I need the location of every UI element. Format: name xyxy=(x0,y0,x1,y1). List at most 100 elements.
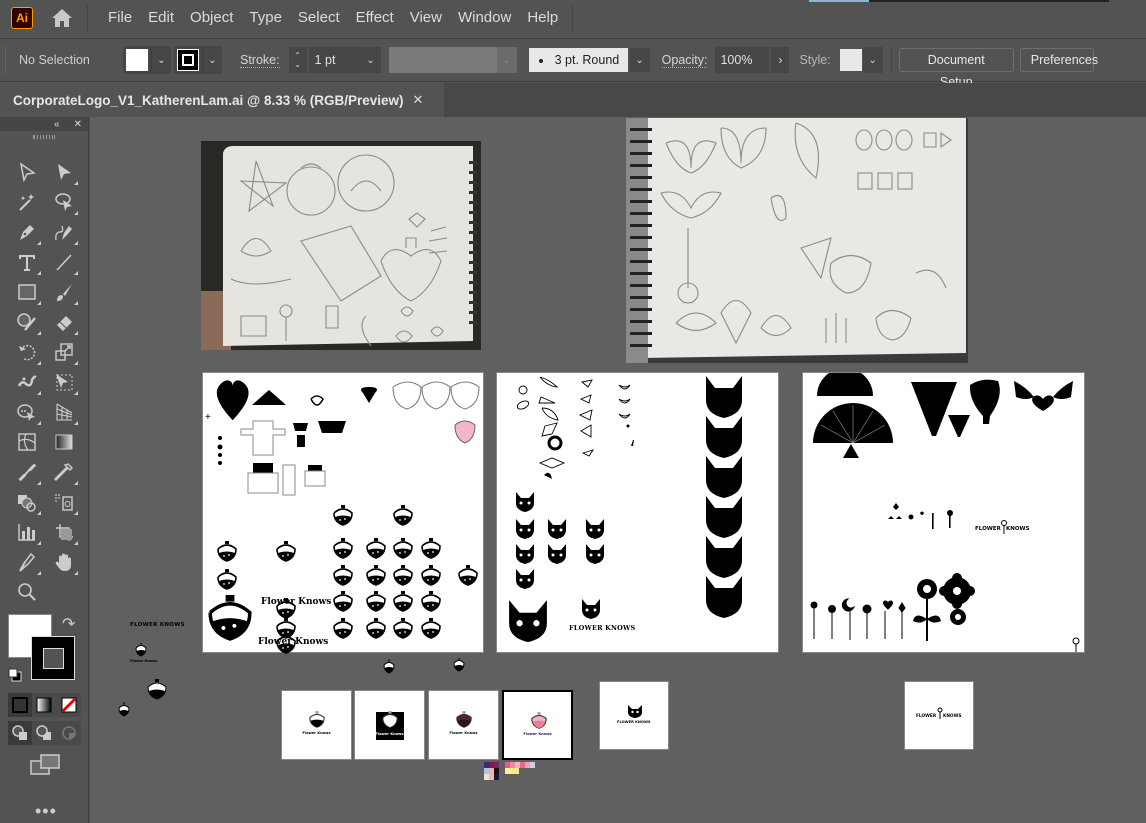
loose-potion-icon[interactable] xyxy=(133,641,149,657)
stroke-swatch[interactable] xyxy=(177,49,199,71)
selection-tool[interactable] xyxy=(13,158,41,186)
stroke-weight-input[interactable]: 1 pt xyxy=(308,47,361,73)
mini-artboard-pink[interactable]: Flower Knows xyxy=(502,690,573,760)
rectangle-tool[interactable] xyxy=(13,278,41,306)
control-bar-grip[interactable] xyxy=(5,47,8,73)
artboard-potion-bottles[interactable]: + Flower Knows Flower Knows xyxy=(202,372,484,654)
menu-object[interactable]: Object xyxy=(182,0,241,36)
draw-inside-button[interactable] xyxy=(57,721,81,745)
style-dropdown[interactable]: ⌄ xyxy=(862,47,883,73)
loose-wordmark-small[interactable]: Flower Knows xyxy=(130,659,157,663)
menu-file[interactable]: File xyxy=(100,0,140,36)
blend-tool[interactable] xyxy=(13,458,41,486)
close-panel-icon[interactable]: ✕ xyxy=(74,119,82,130)
fill-color-control[interactable]: ⌄ xyxy=(123,46,171,74)
variable-width-dropdown[interactable]: ⌄ xyxy=(496,47,517,73)
zoom-tool[interactable] xyxy=(13,578,41,606)
artboard-flowers[interactable]: FLOWER KNOWS xyxy=(802,368,1085,653)
mini-artboard-black-on-white[interactable]: Flower Knows xyxy=(281,690,352,760)
artboard-tool[interactable] xyxy=(50,518,78,546)
magic-wand-tool[interactable] xyxy=(13,188,41,216)
mesh-tool[interactable] xyxy=(13,428,41,456)
rotate-tool[interactable] xyxy=(13,338,41,366)
opacity-input[interactable]: 100% xyxy=(715,47,770,73)
chevron-right-icon[interactable]: › xyxy=(771,47,790,73)
collapse-panel-icon[interactable]: « xyxy=(54,119,60,130)
loose-potion-icon[interactable] xyxy=(116,701,132,719)
artboard-cat-logo[interactable]: FLOWER KNOWS xyxy=(599,681,669,750)
fill-swatch[interactable] xyxy=(126,49,148,71)
scale-tool[interactable] xyxy=(50,338,78,366)
eyedropper-tool[interactable] xyxy=(50,458,78,486)
document-setup-button[interactable]: Document Setup xyxy=(898,48,1014,89)
menu-select[interactable]: Select xyxy=(290,0,348,36)
gradient-button[interactable] xyxy=(32,693,56,717)
menu-view[interactable]: View xyxy=(402,0,450,36)
shaper-tool[interactable] xyxy=(13,308,41,336)
screen-mode-icon[interactable] xyxy=(30,754,60,776)
stroke-weight-dropdown[interactable]: ⌄ xyxy=(360,47,381,73)
loose-potion-icon[interactable] xyxy=(145,678,169,702)
slice-tool[interactable] xyxy=(13,548,41,576)
mini-artboard-brown[interactable]: Flower Knows xyxy=(428,690,499,760)
draw-behind-button[interactable] xyxy=(32,721,56,745)
palette-swatch[interactable] xyxy=(530,762,535,768)
loose-potion-icon[interactable] xyxy=(452,657,466,673)
artboard-flower-logo[interactable]: FLOWER KNOWS xyxy=(904,681,974,750)
stroke-color-control[interactable]: ⌄ xyxy=(174,46,222,74)
mini-artboard-white-on-black[interactable]: Flower Knows xyxy=(354,690,425,760)
preferences-button[interactable]: Preferences xyxy=(1019,48,1098,72)
pen-tool[interactable] xyxy=(13,218,41,246)
default-fill-stroke-icon[interactable] xyxy=(8,668,22,682)
stroke-weight-stepper[interactable]: ⌃ ⌄ xyxy=(288,47,307,73)
paintbrush-tool[interactable] xyxy=(50,278,78,306)
brush-definition[interactable]: 3 pt. Round xyxy=(528,48,628,72)
palette-swatch[interactable] xyxy=(512,768,519,774)
color-button[interactable] xyxy=(8,693,33,717)
none-button[interactable] xyxy=(57,693,81,717)
palette-swatch[interactable] xyxy=(494,774,499,780)
sketch-photo-2[interactable] xyxy=(626,118,968,363)
artboard-cat-heads[interactable]: FLOWER KNOWS xyxy=(496,372,779,653)
chevron-down-icon[interactable]: ⌄ xyxy=(151,46,171,74)
gradient-tool[interactable] xyxy=(50,428,78,456)
type-tool[interactable] xyxy=(13,248,41,276)
chevron-down-icon[interactable]: ⌄ xyxy=(202,46,222,74)
tools-panel-grip[interactable] xyxy=(0,131,88,143)
curvature-tool[interactable] xyxy=(50,218,78,246)
loose-wordmark-caps[interactable]: FLOWER KNOWS xyxy=(130,622,185,628)
canvas[interactable]: + Flower Knows Flower Knows FLOWER KNOWS… xyxy=(90,117,1146,823)
chevron-down-icon[interactable]: ⌄ xyxy=(294,60,301,69)
live-paint-bucket-tool[interactable] xyxy=(50,488,78,516)
free-transform-tool[interactable] xyxy=(50,368,78,396)
menu-edit[interactable]: Edit xyxy=(140,0,182,36)
variable-width-profile[interactable] xyxy=(388,47,497,73)
close-icon[interactable]: ✕ xyxy=(413,92,424,108)
sketch-photo-1[interactable] xyxy=(201,141,481,350)
shape-builder-tool[interactable] xyxy=(13,398,41,426)
menu-type[interactable]: Type xyxy=(241,0,290,36)
swap-fill-stroke-icon[interactable]: ↷ xyxy=(62,614,75,634)
palette-swatch[interactable] xyxy=(505,768,512,774)
home-button[interactable] xyxy=(47,3,77,33)
menu-help[interactable]: Help xyxy=(519,0,566,36)
eraser-tool[interactable] xyxy=(50,308,78,336)
column-graph-tool[interactable] xyxy=(13,518,41,546)
hand-tool[interactable] xyxy=(50,548,78,576)
line-segment-tool[interactable] xyxy=(50,248,78,276)
direct-selection-tool[interactable] xyxy=(50,158,78,186)
draw-normal-button[interactable] xyxy=(8,721,33,745)
edit-toolbar-button[interactable]: ••• xyxy=(35,801,57,822)
menu-window[interactable]: Window xyxy=(450,0,519,36)
brush-dropdown[interactable]: ⌄ xyxy=(629,48,650,72)
opacity-label[interactable]: Opacity: xyxy=(661,53,708,68)
warp-tool[interactable] xyxy=(13,368,41,396)
symbol-sprayer-tool[interactable] xyxy=(13,488,41,516)
lasso-tool[interactable] xyxy=(50,188,78,216)
document-tab[interactable]: CorporateLogo_V1_KatherenLam.ai @ 8.33 %… xyxy=(0,83,444,117)
stroke-swatch[interactable] xyxy=(31,636,75,680)
chevron-up-icon[interactable]: ⌃ xyxy=(294,51,301,60)
perspective-grid-tool[interactable] xyxy=(50,398,78,426)
graphic-style-swatch[interactable] xyxy=(839,49,862,71)
stroke-label[interactable]: Stroke: xyxy=(240,53,280,68)
